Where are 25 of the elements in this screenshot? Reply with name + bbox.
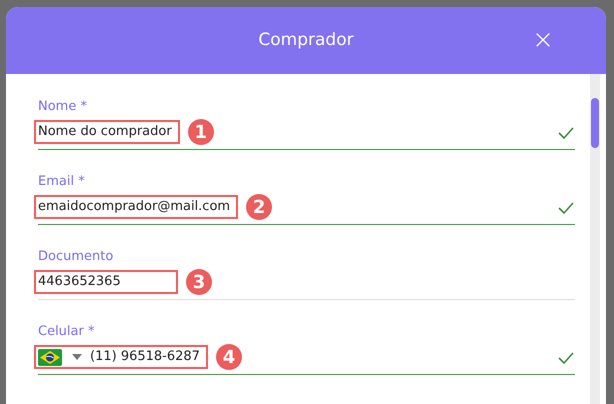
checkmark-icon [558, 202, 574, 214]
step-number: 3 [186, 269, 212, 295]
input-field[interactable]: 4463652365 3 [38, 265, 575, 300]
flag-icon[interactable] [38, 348, 62, 366]
step-number: 2 [246, 194, 272, 220]
close-button[interactable]: × [530, 27, 556, 53]
dialog-title: Comprador [258, 28, 354, 52]
step-number: 1 [188, 119, 214, 145]
input-field[interactable]: (11) 96518-6287 4 [38, 340, 575, 375]
field-value: 4463652365 [38, 273, 121, 292]
field-label: Documento [38, 249, 114, 265]
scrollbar-track[interactable] [590, 74, 600, 404]
input-field[interactable]: emaidocomprador@mail.com 2 [38, 190, 575, 225]
step-number: 4 [216, 344, 242, 370]
field-label: Nome * [38, 99, 87, 115]
field-value: emaidocomprador@mail.com [38, 198, 230, 216]
field-value: Nome do comprador [38, 123, 172, 142]
checkmark-icon [558, 352, 574, 364]
scrollbar-thumb[interactable] [591, 98, 599, 148]
input-field[interactable]: Nome do comprador 1 [38, 115, 575, 150]
checkmark-icon [558, 127, 574, 139]
field-label: Celular * [38, 324, 94, 340]
field-label: Email * [38, 174, 85, 190]
field-value: (11) 96518-6287 [90, 348, 200, 366]
caret-icon[interactable] [72, 354, 82, 360]
